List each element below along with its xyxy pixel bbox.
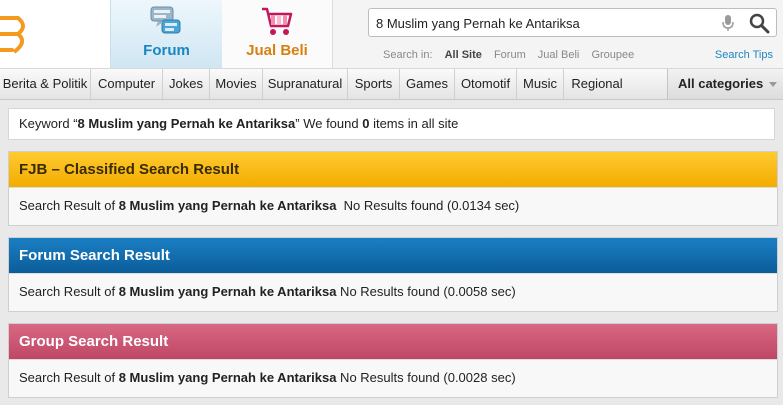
scope-groupee[interactable]: Groupee (591, 49, 634, 61)
category-jokes[interactable]: Jokes (163, 69, 210, 99)
forum-result-keyword: 8 Muslim yang Pernah ke Antariksa (118, 284, 337, 299)
fjb-result-text: No Results found (0.0134 sec) (336, 198, 520, 213)
all-categories-dropdown[interactable]: All categories (667, 69, 783, 99)
scope-jual-beli[interactable]: Jual Beli (538, 49, 580, 61)
fjb-panel-body: Search Result of 8 Muslim yang Pernah ke… (9, 187, 777, 225)
search-tips-link[interactable]: Search Tips (715, 49, 773, 61)
forum-result-panel: Forum Search Result Search Result of 8 M… (8, 237, 778, 312)
tab-jual-beli[interactable]: Jual Beli (222, 0, 333, 68)
forum-result-text: No Results found (0.0058 sec) (336, 284, 516, 299)
group-result-prefix: Search Result of (19, 370, 119, 385)
group-panel-body: Search Result of 8 Muslim yang Pernah ke… (9, 359, 777, 397)
search-icon[interactable] (748, 12, 770, 34)
summary-keyword: 8 Muslim yang Pernah ke Antariksa (77, 116, 296, 131)
logo-icon (0, 16, 25, 54)
group-panel-title: Group Search Result (9, 324, 777, 359)
summary-prefix: Keyword “ (19, 116, 78, 131)
category-berita-politik[interactable]: Berita & Politik (0, 69, 91, 99)
group-result-panel: Group Search Result Search Result of 8 M… (8, 323, 778, 398)
tab-forum-label: Forum (143, 42, 190, 59)
all-categories-label: All categories (678, 76, 764, 91)
cart-icon (262, 7, 293, 35)
fjb-result-prefix: Search Result of (19, 198, 119, 213)
category-sports[interactable]: Sports (348, 69, 400, 99)
forum-icon (150, 6, 181, 34)
category-supranatural[interactable]: Supranatural (263, 69, 348, 99)
search-scope-options: Search in: All Site Forum Jual Beli Grou… (383, 49, 643, 61)
category-games[interactable]: Games (400, 69, 455, 99)
scope-all-site[interactable]: All Site (445, 49, 482, 61)
search-input[interactable] (376, 14, 706, 32)
category-otomotif[interactable]: Otomotif (455, 69, 517, 99)
forum-result-prefix: Search Result of (19, 284, 119, 299)
summary-middle: ” We found (295, 116, 363, 131)
category-music[interactable]: Music (517, 69, 564, 99)
category-computer[interactable]: Computer (91, 69, 163, 99)
group-result-keyword: 8 Muslim yang Pernah ke Antariksa (118, 370, 337, 385)
summary-suffix: items in all site (369, 116, 459, 131)
forum-panel-title: Forum Search Result (9, 238, 777, 273)
fjb-result-keyword: 8 Muslim yang Pernah ke Antariksa (118, 198, 337, 213)
fjb-result-panel: FJB – Classified Search Result Search Re… (8, 151, 778, 226)
search-bar (368, 8, 777, 37)
category-regional[interactable]: Regional (564, 69, 630, 99)
microphone-icon[interactable] (721, 14, 735, 32)
scope-forum[interactable]: Forum (494, 49, 526, 61)
category-bar: Berita & Politik Computer Jokes Movies S… (0, 69, 783, 100)
group-result-text: No Results found (0.0028 sec) (336, 370, 516, 385)
tab-jual-beli-label: Jual Beli (246, 42, 308, 59)
fjb-panel-title: FJB – Classified Search Result (9, 152, 777, 187)
site-logo[interactable] (0, 0, 110, 68)
site-header: Forum Jual Beli Search in: All Site Foru… (0, 0, 783, 69)
category-movies[interactable]: Movies (210, 69, 263, 99)
search-summary: Keyword “8 Muslim yang Pernah ke Antarik… (8, 108, 775, 140)
tab-forum[interactable]: Forum (110, 0, 223, 68)
search-in-label: Search in: (383, 49, 433, 61)
forum-panel-body: Search Result of 8 Muslim yang Pernah ke… (9, 273, 777, 311)
chevron-down-icon (769, 82, 778, 88)
